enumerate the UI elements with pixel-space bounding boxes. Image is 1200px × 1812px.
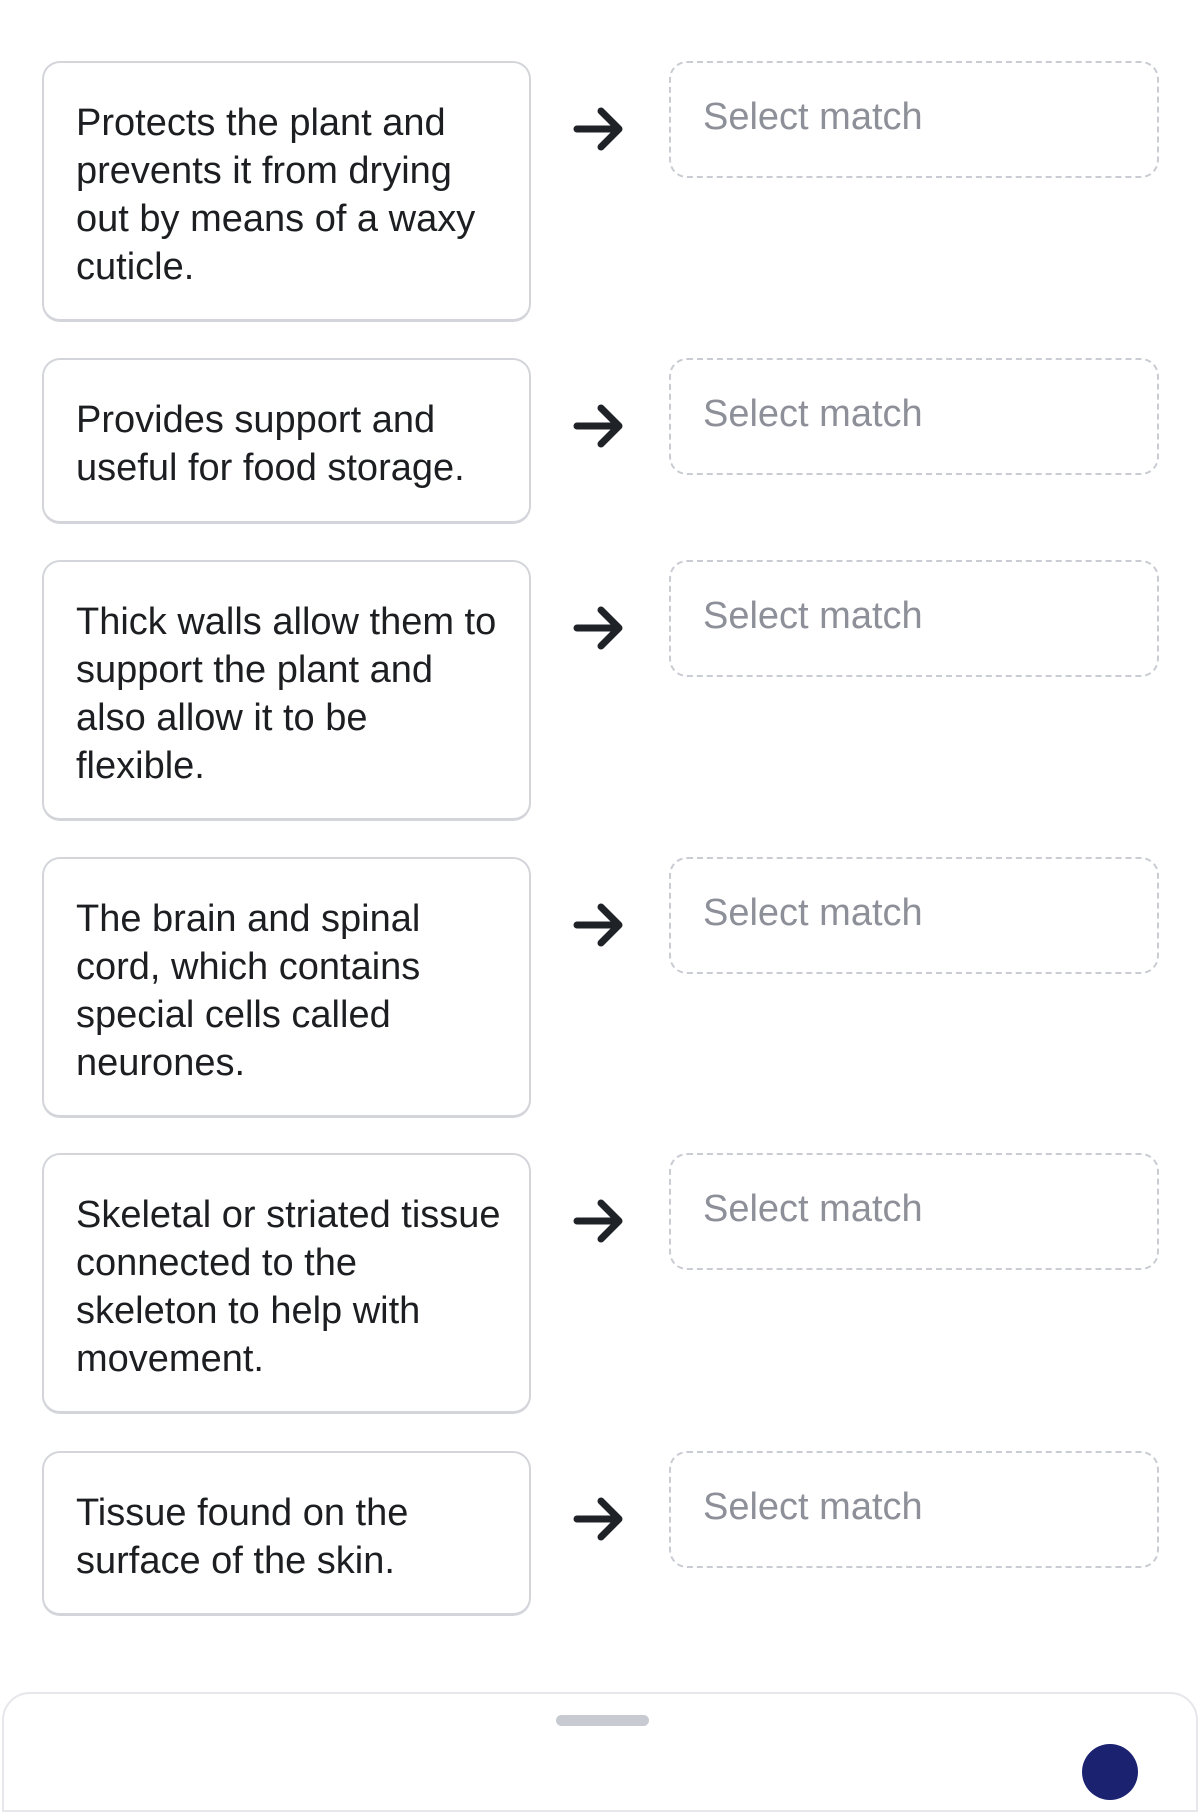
drag-handle[interactable] <box>556 1715 649 1726</box>
select-match-placeholder: Select match <box>703 393 923 435</box>
description-card: The brain and spinal cord, which contain… <box>42 857 531 1118</box>
description-text: Tissue found on the surface of the skin. <box>76 1492 409 1582</box>
select-match-dropdown[interactable]: Select match <box>669 1153 1159 1270</box>
select-match-placeholder: Select match <box>703 96 923 138</box>
select-match-placeholder: Select match <box>703 595 923 637</box>
select-match-dropdown[interactable]: Select match <box>669 1451 1159 1568</box>
arrow-right-icon <box>573 1199 623 1243</box>
arrow-right-icon <box>573 606 623 650</box>
bottom-sheet <box>2 1692 1198 1812</box>
description-card: Protects the plant and prevents it from … <box>42 61 531 322</box>
description-card: Skeletal or striated tissue connected to… <box>42 1153 531 1414</box>
description-card: Tissue found on the surface of the skin. <box>42 1451 531 1616</box>
select-match-placeholder: Select match <box>703 1486 923 1528</box>
select-match-dropdown[interactable]: Select match <box>669 61 1159 178</box>
select-match-placeholder: Select match <box>703 892 923 934</box>
description-text: Protects the plant and prevents it from … <box>76 102 476 288</box>
description-text: Thick walls allow them to support the pl… <box>76 601 497 787</box>
select-match-placeholder: Select match <box>703 1188 923 1230</box>
arrow-right-icon <box>573 1497 623 1541</box>
description-card: Thick walls allow them to support the pl… <box>42 560 531 821</box>
description-text: The brain and spinal cord, which contain… <box>76 898 421 1084</box>
description-text: Provides support and useful for food sto… <box>76 399 465 489</box>
description-card: Provides support and useful for food sto… <box>42 358 531 524</box>
arrow-right-icon <box>573 107 623 151</box>
select-match-dropdown[interactable]: Select match <box>669 560 1159 677</box>
select-match-dropdown[interactable]: Select match <box>669 358 1159 475</box>
select-match-dropdown[interactable]: Select match <box>669 857 1159 974</box>
description-text: Skeletal or striated tissue connected to… <box>76 1194 501 1380</box>
action-button[interactable] <box>1082 1744 1138 1800</box>
arrow-right-icon <box>573 903 623 947</box>
arrow-right-icon <box>573 404 623 448</box>
